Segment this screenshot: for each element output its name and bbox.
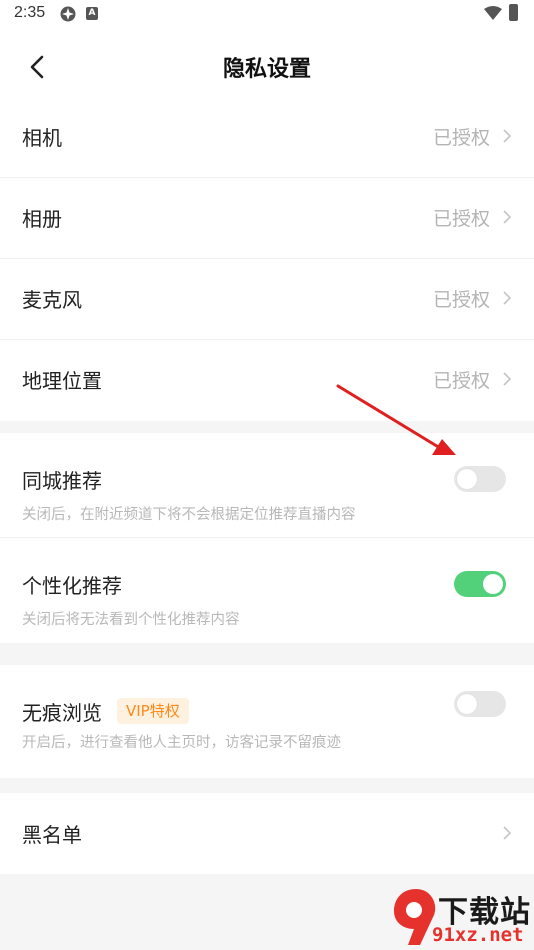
personal-recommend-label: 个性化推荐: [22, 574, 122, 598]
blacklist-label: 黑名单: [22, 823, 82, 847]
permission-status: 已授权: [432, 289, 490, 311]
local-recommend-desc: 关闭后，在附近频道下将不会根据定位推荐直播内容: [22, 507, 356, 523]
permission-row-album[interactable]: 相册 已授权: [0, 178, 534, 259]
permission-label: 地理位置: [22, 369, 102, 393]
chevron-right-icon: [503, 129, 512, 143]
personal-recommend-row: 个性化推荐 关闭后将无法看到个性化推荐内容: [0, 538, 534, 643]
status-bar: 2:35 A: [0, 0, 534, 28]
watermark: 下载站 91xz.net: [390, 885, 534, 950]
watermark-url: 91xz.net: [432, 924, 524, 946]
chevron-right-icon: [503, 826, 512, 840]
incognito-toggle[interactable]: [454, 691, 506, 717]
wifi-icon: [484, 6, 502, 20]
incognito-section: 无痕浏览 VIP特权 开启后，进行查看他人主页时，访客记录不留痕迹: [0, 665, 534, 778]
permission-row-camera[interactable]: 相机 已授权: [0, 97, 534, 178]
annotation-arrow-icon: [336, 384, 456, 455]
page-title: 隐私设置: [222, 57, 311, 82]
local-recommend-toggle[interactable]: [454, 466, 506, 492]
permission-row-microphone[interactable]: 麦克风 已授权: [0, 259, 534, 340]
blacklist-section: 黑名单: [0, 793, 534, 874]
app-header: 隐私设置: [0, 28, 534, 98]
toggle-knob: [457, 469, 477, 489]
chevron-right-icon: [503, 372, 512, 386]
personal-recommend-toggle[interactable]: [454, 571, 506, 597]
permissions-section: 相机 已授权 相册 已授权 麦克风 已授权 地理位置 已授权: [0, 97, 534, 421]
permission-label: 麦克风: [22, 288, 82, 312]
permission-label: 相册: [22, 207, 62, 231]
notification-a-icon: A: [86, 7, 98, 20]
permission-status: 已授权: [432, 127, 490, 149]
personal-recommend-desc: 关闭后将无法看到个性化推荐内容: [22, 612, 240, 628]
permission-label: 相机: [22, 126, 62, 150]
vip-badge: VIP特权: [117, 698, 189, 724]
incognito-desc: 开启后，进行查看他人主页时，访客记录不留痕迹: [22, 735, 341, 751]
battery-icon: [509, 4, 518, 21]
blacklist-row[interactable]: 黑名单: [0, 793, 534, 874]
incognito-row: 无痕浏览 VIP特权 开启后，进行查看他人主页时，访客记录不留痕迹: [0, 665, 534, 778]
toggle-knob: [457, 694, 477, 714]
toggle-knob: [483, 574, 503, 594]
permission-status: 已授权: [432, 208, 490, 230]
status-time: 2:35: [14, 4, 46, 21]
chevron-right-icon: [503, 210, 512, 224]
local-recommend-label: 同城推荐: [22, 469, 102, 493]
app-notification-icon: [60, 6, 76, 22]
recommend-section: 同城推荐 关闭后，在附近频道下将不会根据定位推荐直播内容 个性化推荐 关闭后将无…: [0, 433, 534, 643]
chevron-right-icon: [503, 291, 512, 305]
incognito-label: 无痕浏览: [22, 701, 102, 725]
